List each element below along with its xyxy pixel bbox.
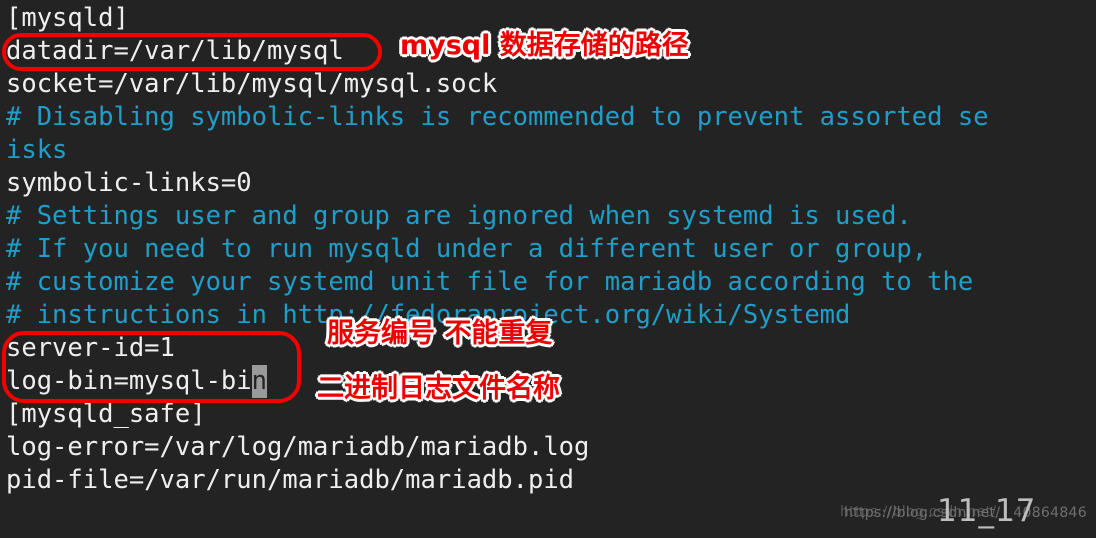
terminal-line: log-error=/var/log/mariadb/mariadb.log [6, 432, 590, 462]
terminal-line: log-bin=mysql-bin [6, 365, 267, 398]
terminal-line: # Disabling symbolic-links is recommende… [6, 102, 989, 132]
terminal-line: socket=/var/lib/mysql/mysql.sock [6, 69, 498, 99]
annotation-server-id: 服务编号 不能重复 [327, 318, 553, 349]
terminal-line: [mysqld] [6, 3, 129, 33]
terminal-text-area[interactable]: [mysqld] datadir=/var/lib/mysql socket=/va… [0, 0, 1096, 538]
terminal-line: isks [6, 135, 68, 165]
terminal-line: # If you need to run mysqld under a diff… [6, 234, 928, 264]
terminal-line: datadir=/var/lib/mysql [6, 36, 344, 66]
terminal-line: symbolic-links=0 [6, 168, 252, 198]
terminal-line: # customize your systemd unit file for m… [6, 267, 974, 297]
terminal-line: server-id=1 [6, 333, 175, 363]
annotation-datadir: mysql 数据存储的路径 [400, 30, 689, 61]
text-cursor: n [251, 365, 267, 398]
terminal-line: # Settings user and group are ignored wh… [6, 201, 912, 231]
terminal-line: pid-file=/var/run/mariadb/mariadb.pid [6, 465, 575, 495]
annotation-log-bin: 二进制日志文件名称 [317, 373, 560, 404]
terminal-screenshot: [mysqld] datadir=/var/lib/mysql socket=/va… [0, 0, 1096, 538]
terminal-line: [mysqld_safe] [6, 399, 206, 429]
